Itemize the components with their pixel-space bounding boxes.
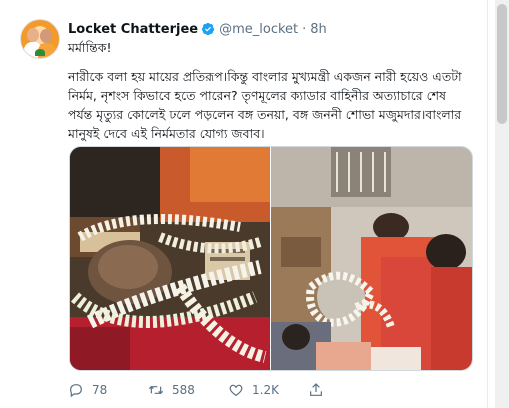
tweet-actions: 78 588 1.2K bbox=[68, 382, 388, 398]
tweet-text-line: পর্যন্ত মৃত্যুর কোলেই ঢলে পড়লেন বঙ্গ তন… bbox=[68, 107, 462, 122]
share-button[interactable] bbox=[308, 382, 388, 398]
tweet-media[interactable] bbox=[69, 146, 473, 371]
avatar[interactable] bbox=[20, 19, 60, 59]
tweet-header: Locket Chatterjee @me_locket · 8h bbox=[68, 20, 327, 38]
share-icon bbox=[310, 383, 322, 396]
photo-left-drawing bbox=[70, 147, 270, 370]
media-photo-right[interactable] bbox=[271, 147, 472, 370]
timestamp[interactable]: 8h bbox=[310, 22, 327, 37]
tweet-text-line1: মর্মান্তিক! bbox=[68, 40, 112, 55]
user-name[interactable]: Locket Chatterjee bbox=[68, 22, 198, 37]
retweet-icon bbox=[148, 385, 164, 395]
reply-button[interactable]: 78 bbox=[68, 382, 148, 398]
tweet-text-paragraph: নারীকে বলা হয় মায়ের প্রতিরূপ।কিন্তু বা… bbox=[68, 67, 478, 143]
like-button[interactable]: 1.2K bbox=[228, 382, 308, 398]
retweet-button[interactable]: 588 bbox=[148, 382, 228, 398]
reply-count: 78 bbox=[92, 383, 108, 397]
heart-icon bbox=[229, 384, 243, 397]
tweet-card[interactable]: Locket Chatterjee @me_locket · 8h মর্মান… bbox=[0, 0, 488, 408]
separator-dot: · bbox=[302, 21, 307, 37]
verified-badge-icon bbox=[201, 22, 215, 36]
photo-right-drawing bbox=[271, 147, 472, 370]
scrollbar[interactable] bbox=[495, 0, 509, 408]
user-handle[interactable]: @me_locket bbox=[219, 22, 298, 37]
tweet-text-line: নির্মম, নৃশংস কিভাবে হতে পারেন? তৃণমূলের… bbox=[68, 88, 446, 103]
tweet-text-line: মানুষই দেবে এই নির্মমতার যোগ্য জবাব। bbox=[68, 126, 265, 141]
scrollbar-thumb[interactable] bbox=[497, 4, 507, 124]
tweet-text-line: নারীকে বলা হয় মায়ের প্রতিরূপ।কিন্তু বা… bbox=[68, 69, 462, 84]
reply-icon bbox=[70, 384, 82, 398]
retweet-count: 588 bbox=[172, 383, 195, 397]
like-count: 1.2K bbox=[252, 383, 279, 397]
media-photo-left[interactable] bbox=[70, 147, 270, 370]
